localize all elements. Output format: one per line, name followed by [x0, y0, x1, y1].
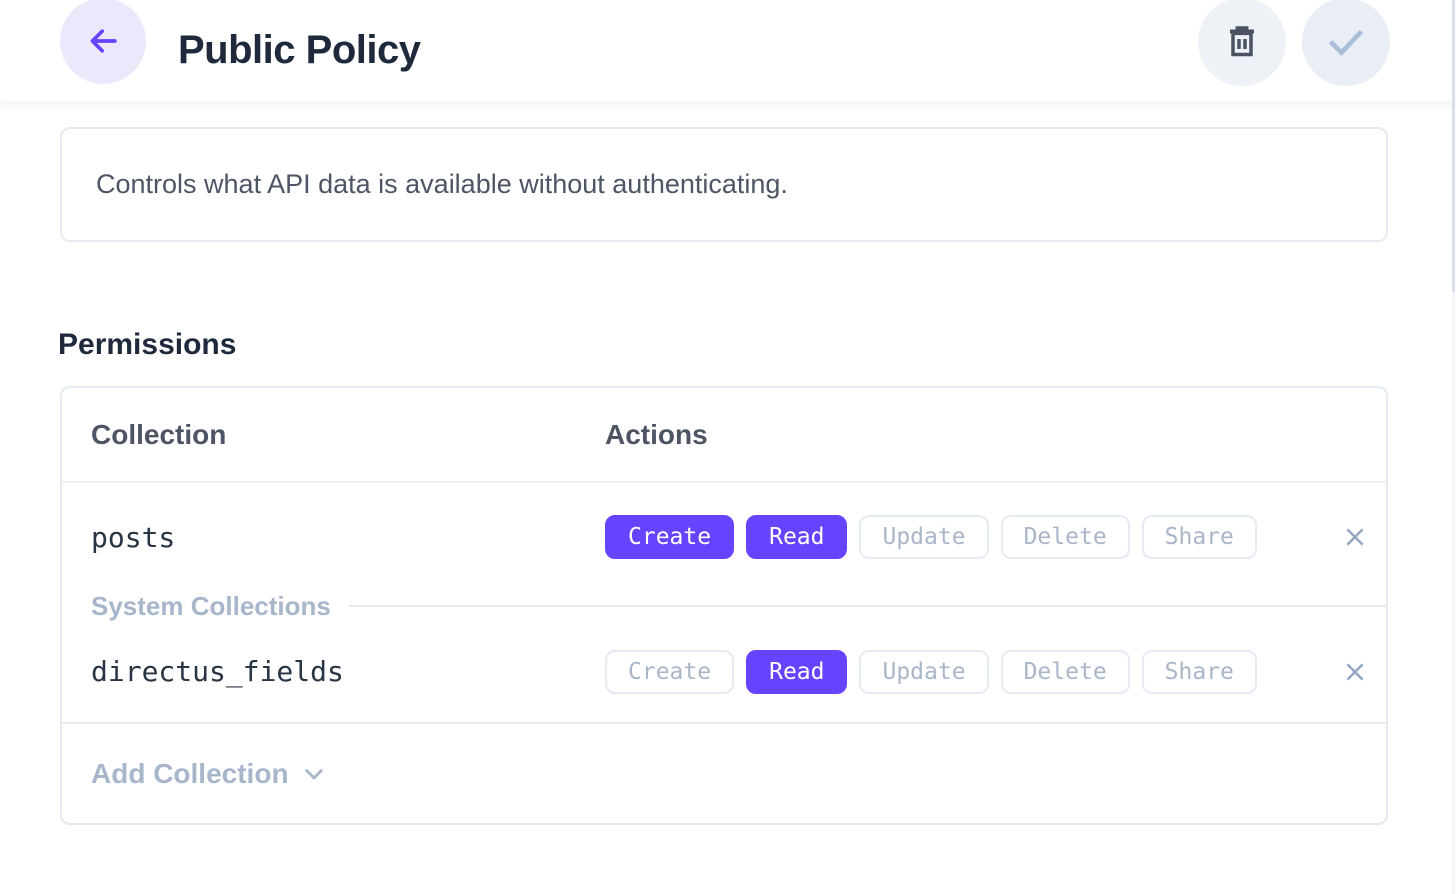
- remove-row-button[interactable]: [1324, 658, 1386, 686]
- page-title: Public Policy: [178, 0, 420, 101]
- permissions-table-header: Collection Actions: [62, 388, 1386, 483]
- trash-icon: [1222, 22, 1262, 62]
- description-field[interactable]: Controls what API data is available with…: [60, 127, 1388, 242]
- arrow-left-icon: [84, 22, 122, 60]
- permission-row-posts: posts Create Read Update Delete Share: [62, 483, 1386, 591]
- action-button-share[interactable]: Share: [1142, 515, 1257, 559]
- back-button[interactable]: [60, 0, 146, 84]
- action-button-create[interactable]: Create: [605, 650, 734, 694]
- remove-row-button[interactable]: [1324, 523, 1386, 551]
- collection-name: posts: [91, 521, 605, 554]
- system-collections-label: System Collections: [91, 591, 331, 622]
- divider-line: [349, 605, 1386, 607]
- action-button-delete[interactable]: Delete: [1001, 515, 1130, 559]
- action-button-update[interactable]: Update: [859, 650, 988, 694]
- save-button[interactable]: [1302, 0, 1390, 86]
- permissions-table: Collection Actions posts Create Read Upd…: [60, 386, 1388, 825]
- action-button-read[interactable]: Read: [746, 650, 847, 694]
- action-button-read[interactable]: Read: [746, 515, 847, 559]
- scrollbar-thumb[interactable]: [1452, 0, 1455, 292]
- header-bar: Public Policy: [0, 0, 1456, 101]
- permission-row-directus-fields: directus_fields Create Read Update Delet…: [62, 621, 1386, 724]
- actions-cell: Create Read Update Delete Share: [605, 515, 1324, 559]
- action-button-update[interactable]: Update: [859, 515, 988, 559]
- system-collections-divider: System Collections: [62, 591, 1386, 621]
- add-collection-label: Add Collection: [91, 758, 289, 790]
- action-button-delete[interactable]: Delete: [1001, 650, 1130, 694]
- check-icon: [1324, 20, 1368, 64]
- collection-name: directus_fields: [91, 655, 605, 688]
- chevron-down-icon: [299, 759, 329, 789]
- action-button-create[interactable]: Create: [605, 515, 734, 559]
- delete-policy-button[interactable]: [1198, 0, 1286, 86]
- action-button-share[interactable]: Share: [1142, 650, 1257, 694]
- column-header-actions: Actions: [605, 419, 1386, 451]
- close-icon: [1341, 658, 1369, 686]
- actions-cell: Create Read Update Delete Share: [605, 650, 1324, 694]
- permissions-heading: Permissions: [58, 328, 236, 362]
- description-value: Controls what API data is available with…: [96, 169, 788, 200]
- policy-detail-page: Description Public Policy: [0, 0, 1456, 894]
- add-collection-button[interactable]: Add Collection: [62, 724, 1386, 823]
- close-icon: [1341, 523, 1369, 551]
- column-header-collection: Collection: [91, 419, 605, 451]
